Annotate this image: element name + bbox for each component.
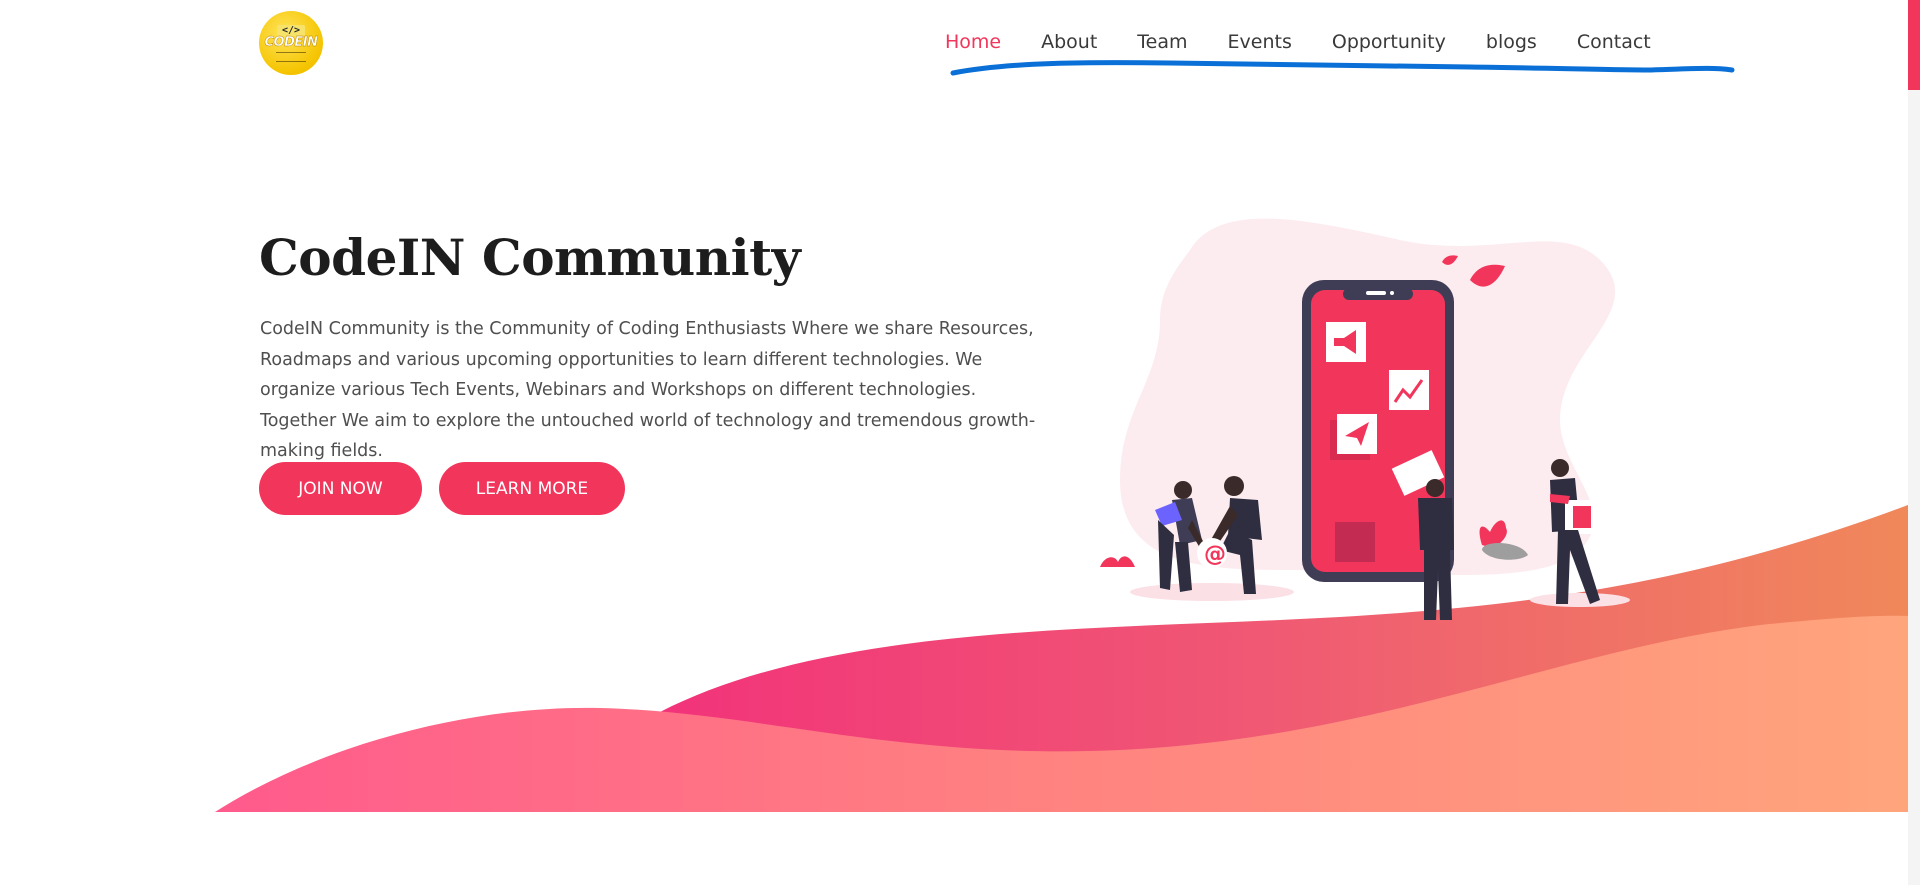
logo-tagline-lines — [276, 51, 306, 62]
ground-shadow-right — [1530, 593, 1630, 607]
building-icon — [1573, 506, 1591, 528]
hero-description: CodeIN Community is the Community of Cod… — [260, 319, 1036, 461]
nav-item-team[interactable]: Team — [1137, 30, 1187, 54]
nav-item-blogs[interactable]: blogs — [1486, 30, 1537, 54]
plant-left — [1100, 556, 1135, 567]
scrollbar-thumb[interactable] — [1908, 0, 1920, 90]
at-sign-icon: @ — [1204, 542, 1226, 567]
hero-illustration: @ — [1100, 218, 1630, 620]
nav-item-contact[interactable]: Contact — [1577, 30, 1651, 54]
phone-camera — [1390, 291, 1394, 295]
scrollbar-track[interactable] — [1908, 90, 1920, 885]
ground-shadow-left — [1130, 583, 1294, 601]
screen-block — [1335, 522, 1375, 562]
phone-speaker — [1366, 291, 1386, 295]
main-nav: Home About Team Events Opportunity blogs… — [945, 30, 1651, 54]
nav-item-events[interactable]: Events — [1228, 30, 1292, 54]
nav-item-home[interactable]: Home — [945, 30, 1001, 54]
nav-item-about[interactable]: About — [1041, 30, 1097, 54]
codein-logo[interactable]: </> CODEIN — [259, 11, 323, 75]
code-brackets-icon: </> — [276, 24, 306, 36]
hero-title: CodeIN Community — [259, 228, 801, 287]
person-right — [1550, 459, 1600, 604]
blue-underline-annotation — [950, 60, 1735, 76]
chart-tile — [1389, 370, 1429, 410]
logo-text: CODEIN — [264, 34, 318, 50]
nav-item-opportunity[interactable]: Opportunity — [1332, 30, 1446, 54]
